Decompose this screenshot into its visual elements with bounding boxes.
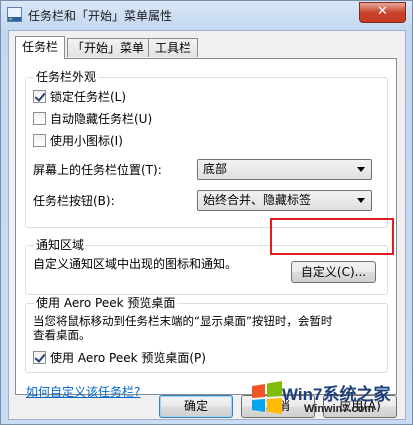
taskbar-buttons-value: 始终合并、隐藏标签 [203, 193, 312, 207]
autohide-taskbar-label: 自动隐藏任务栏(U) [50, 112, 153, 126]
watermark-brand: Win7系统之家 [282, 385, 391, 404]
lock-taskbar-option[interactable]: 锁定任务栏(L) [33, 89, 233, 105]
taskbar-appearance-title: 任务栏外观 [34, 70, 99, 84]
aero-peek-title: 使用 Aero Peek 预览桌面 [34, 296, 178, 310]
aero-peek-label: 使用 Aero Peek 预览桌面(P) [50, 351, 206, 365]
lock-taskbar-checkbox[interactable] [33, 90, 46, 103]
chevron-down-icon [357, 167, 365, 172]
aero-peek-checkbox[interactable] [33, 351, 46, 364]
watermark: Win7系统之家 Winwin7.com [248, 378, 408, 422]
title-bar[interactable]: 任务栏和「开始」菜单属性 ✕ [1, 1, 412, 29]
customize-button[interactable]: 自定义(C)... [291, 261, 376, 283]
taskbar-buttons-select[interactable]: 始终合并、隐藏标签 [197, 190, 372, 211]
notification-area-description: 自定义通知区域中出现的图标和通知。 [33, 257, 238, 271]
aero-peek-group: 使用 Aero Peek 预览桌面 当您将鼠标移动到任务栏末端的“显示桌面”按钮… [25, 296, 388, 373]
taskbar-position-label: 屏幕上的任务栏位置(T): [33, 163, 162, 177]
aero-peek-option[interactable]: 使用 Aero Peek 预览桌面(P) [33, 350, 283, 366]
watermark-url: Winwin7.com [304, 403, 375, 415]
ok-button[interactable]: 确定 [159, 395, 233, 418]
taskbar-appearance-group: 任务栏外观 锁定任务栏(L) 自动隐藏任务栏(U) 使用小图标(I) 屏幕上的任… [25, 70, 388, 228]
small-icons-label: 使用小图标(I) [50, 134, 123, 148]
window-title: 任务栏和「开始」菜单属性 [28, 9, 173, 23]
close-button[interactable]: ✕ [359, 2, 406, 23]
tab-start-menu[interactable]: 「开始」菜单 [67, 38, 149, 57]
taskbar-properties-icon [7, 7, 22, 22]
taskbar-buttons-label: 任务栏按钮(B): [33, 194, 115, 208]
help-link[interactable]: 如何自定义该任务栏? [26, 384, 140, 400]
chevron-down-icon [357, 198, 365, 203]
properties-window: 任务栏和「开始」菜单属性 ✕ 任务栏 「开始」菜单 工具栏 任务栏外观 锁定任务… [0, 0, 413, 425]
autohide-taskbar-checkbox[interactable] [33, 112, 46, 125]
tab-taskbar[interactable]: 任务栏 [15, 36, 65, 59]
notification-area-title: 通知区域 [34, 238, 87, 252]
annotation-highlight-box [270, 218, 394, 255]
aero-peek-description-line2: 查看桌面。 [33, 328, 91, 342]
taskbar-position-select[interactable]: 底部 [197, 159, 372, 180]
lock-taskbar-label: 锁定任务栏(L) [50, 90, 127, 104]
taskbar-position-value: 底部 [203, 162, 228, 176]
tab-toolbars[interactable]: 工具栏 [148, 38, 198, 57]
small-icons-checkbox[interactable] [33, 134, 46, 147]
small-icons-option[interactable]: 使用小图标(I) [33, 133, 233, 149]
windows-logo-icon [252, 381, 282, 414]
autohide-taskbar-option[interactable]: 自动隐藏任务栏(U) [33, 111, 233, 127]
